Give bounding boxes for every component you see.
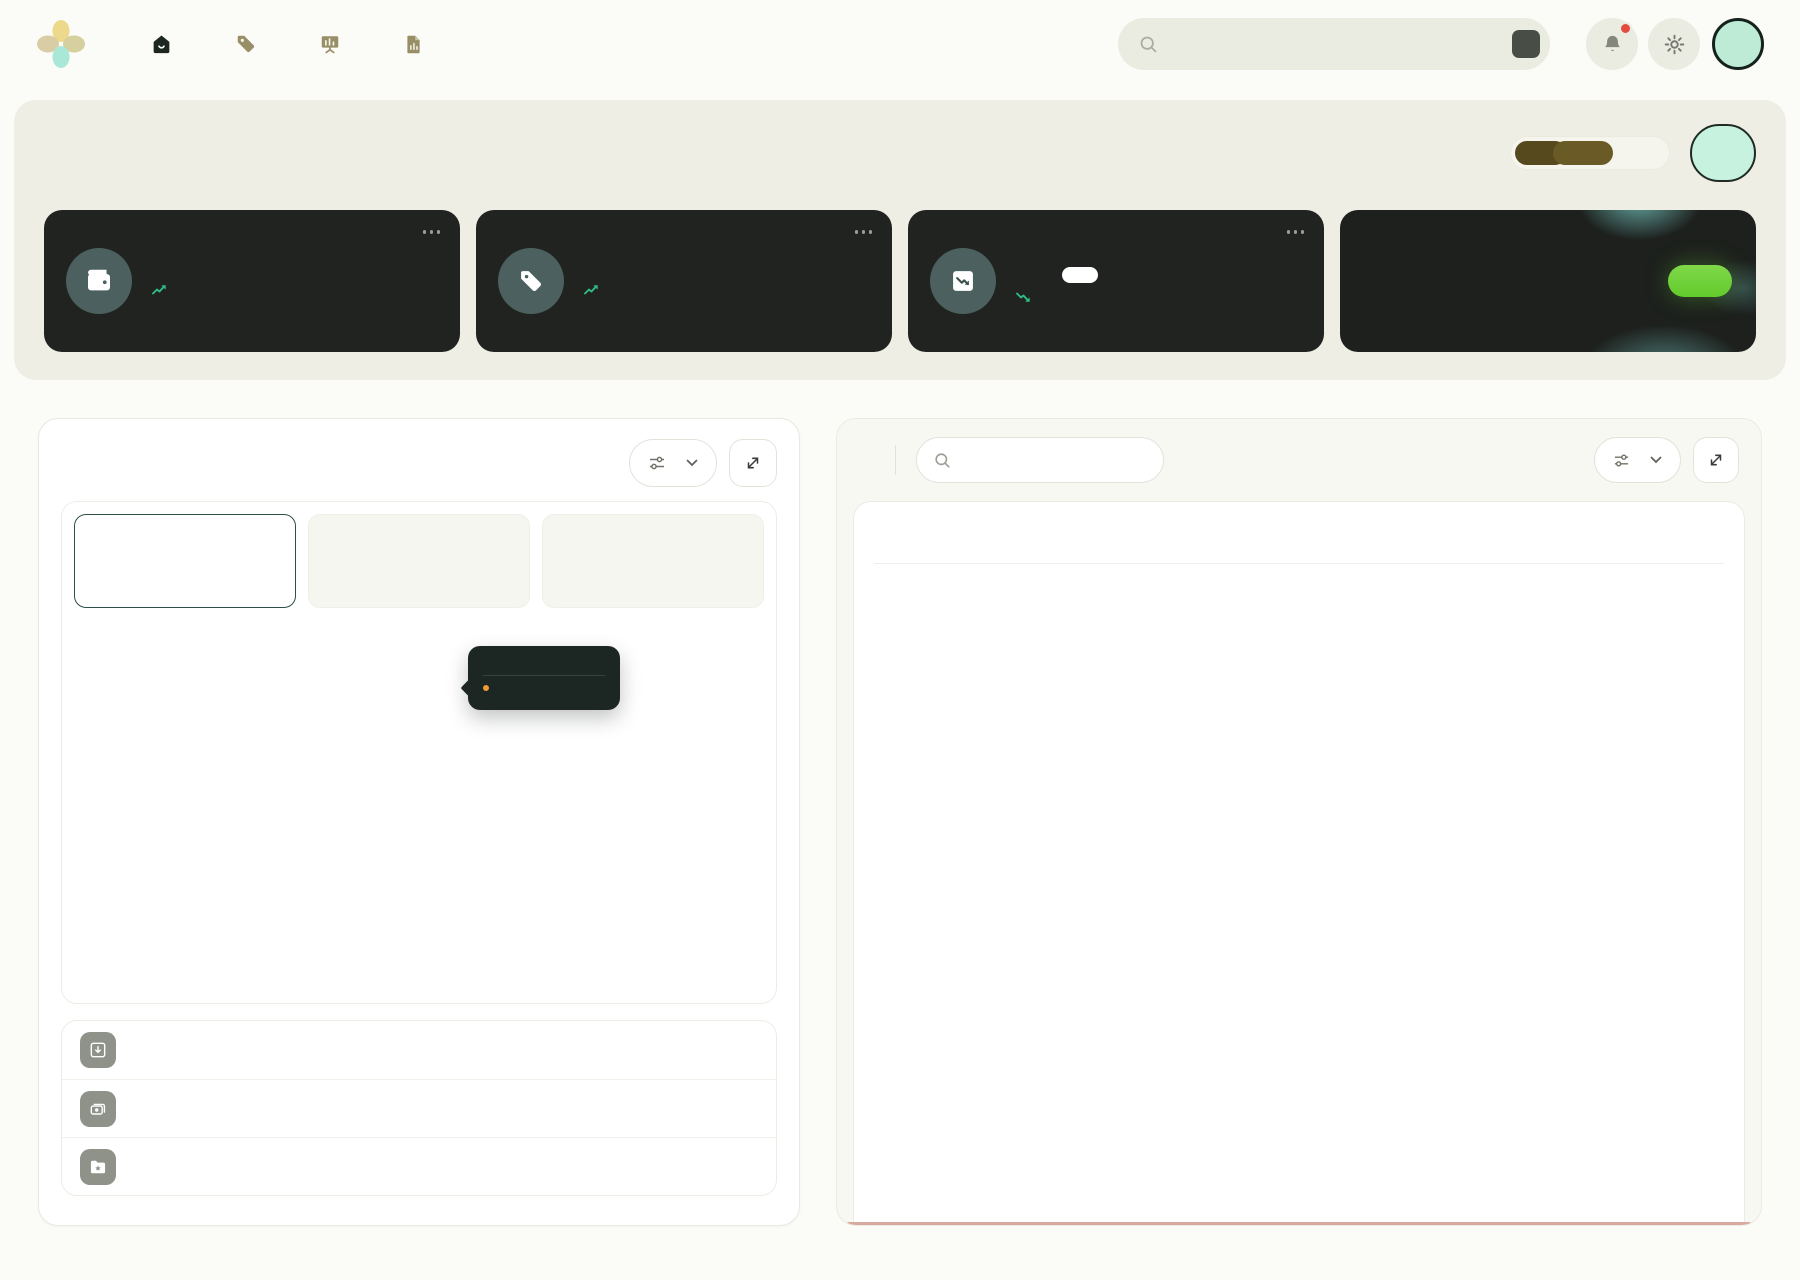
total-sales-card [44, 210, 460, 352]
nav-item-home[interactable] [150, 33, 183, 56]
trend-down-icon [1016, 292, 1031, 303]
total-products-card [476, 210, 892, 352]
stat-cards-row [44, 210, 1756, 352]
hero-section [14, 100, 1786, 380]
payments-to-capture-row[interactable] [62, 1079, 776, 1137]
expand-icon [744, 454, 762, 472]
settings-button[interactable] [1648, 18, 1700, 70]
chevron-down-icon [1650, 456, 1662, 464]
quick-analytics-panel [38, 418, 800, 1226]
top-navbar [0, 0, 1800, 88]
nav-item-reports[interactable] [403, 34, 434, 55]
task-list [61, 1020, 777, 1196]
nav-item-products[interactable] [235, 33, 267, 55]
bell-icon [1601, 33, 1624, 56]
notification-dot [1619, 22, 1632, 35]
products-search[interactable] [916, 437, 1164, 483]
trend-up-icon [584, 284, 599, 295]
tag-icon [498, 248, 564, 314]
card-menu-button[interactable] [855, 230, 873, 234]
metric-low-stock-products[interactable] [542, 514, 764, 608]
brand-logo-icon[interactable] [36, 19, 86, 69]
products-table [853, 501, 1745, 1225]
churn-card [908, 210, 1324, 352]
expand-panel-button[interactable] [1693, 437, 1739, 483]
search-icon [1138, 34, 1159, 55]
range-weekly[interactable] [1553, 141, 1613, 165]
sales-line-chart[interactable] [74, 618, 764, 990]
see-ai-actions-button[interactable] [1668, 265, 1732, 297]
wallet-icon [66, 248, 132, 314]
card-menu-button[interactable] [423, 230, 441, 234]
products-panel [836, 418, 1762, 1226]
orders-to-fulfill-row[interactable] [62, 1021, 776, 1079]
nav-menu [150, 33, 434, 56]
slash-shortcut-badge [1512, 30, 1540, 58]
folder-star-icon [80, 1149, 116, 1185]
ai-actions-card [1340, 210, 1756, 352]
nav-item-analytics[interactable] [319, 33, 351, 55]
range-monthly[interactable] [1613, 141, 1665, 165]
notifications-button[interactable] [1586, 18, 1638, 70]
churn-trend-icon [930, 248, 996, 314]
search-input[interactable] [1171, 35, 1512, 53]
table-header [874, 502, 1724, 564]
metric-average-order-value[interactable] [74, 514, 296, 608]
chargeback-to-review-row[interactable] [62, 1137, 776, 1195]
sliders-icon [648, 454, 666, 472]
view-selector-dropdown[interactable] [629, 439, 717, 487]
expand-panel-button[interactable] [729, 439, 777, 487]
filter-dropdown[interactable] [1594, 437, 1681, 483]
user-avatar[interactable] [1712, 18, 1764, 70]
chart-tooltip [468, 646, 620, 710]
add-product-batch-button[interactable] [1690, 124, 1756, 182]
sliders-icon [1613, 452, 1630, 469]
analytics-board-icon [319, 33, 341, 55]
payment-capture-icon [80, 1091, 116, 1127]
analytics-chart-box [61, 501, 777, 1004]
last-period-dot [483, 685, 489, 691]
card-menu-button[interactable] [1287, 230, 1305, 234]
chevron-down-icon [686, 459, 698, 467]
package-down-icon [80, 1032, 116, 1068]
dashboard-app [0, 0, 1800, 1280]
gear-icon [1663, 33, 1686, 56]
search-icon [933, 451, 952, 470]
expand-icon [1707, 451, 1725, 469]
churn-level-pill [1062, 267, 1098, 283]
divider [895, 445, 896, 475]
global-search[interactable] [1118, 18, 1550, 70]
home-icon [150, 33, 173, 56]
range-toggle [1510, 136, 1670, 170]
tag-icon [235, 33, 257, 55]
products-search-input[interactable] [963, 451, 1113, 469]
report-file-icon [403, 34, 424, 55]
trend-up-icon [152, 284, 167, 295]
metric-last-period-sales[interactable] [308, 514, 530, 608]
